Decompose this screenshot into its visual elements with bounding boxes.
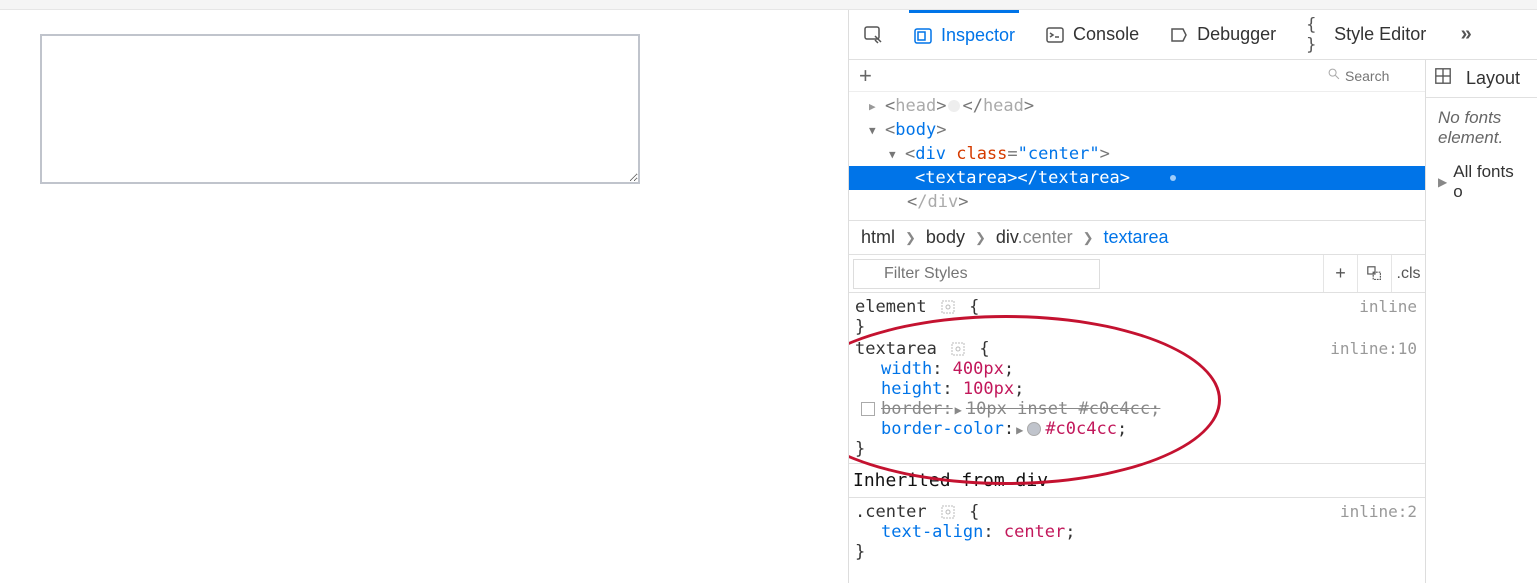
triangle-right-icon: ▶ — [1438, 175, 1447, 189]
expand-arrow-icon[interactable]: ▶ — [1016, 423, 1023, 437]
styles-toolbar: + .cls — [849, 255, 1425, 293]
devtools-left-column: + ▶ <head></head> ▼ — [849, 60, 1426, 583]
search-icon — [1327, 67, 1341, 84]
add-rule-button[interactable]: + — [1323, 255, 1357, 292]
tag-close: /div — [917, 192, 958, 212]
tabs-overflow-button[interactable]: » — [1452, 10, 1480, 59]
rule-toggle-checkbox[interactable] — [861, 402, 875, 416]
selector-target-icon[interactable] — [941, 299, 955, 313]
devtools-panel: Inspector Console Debugger { } Style Edi… — [848, 10, 1537, 583]
console-icon — [1045, 25, 1065, 45]
picker-icon — [863, 25, 883, 45]
breadcrumb-item-current[interactable]: textarea — [1104, 227, 1169, 248]
css-declaration[interactable]: text-align: center; — [855, 522, 1417, 542]
cls-button[interactable]: .cls — [1391, 255, 1425, 292]
tab-console[interactable]: Console — [1041, 10, 1143, 59]
twisty-icon[interactable]: ▶ — [869, 100, 883, 113]
devtools-right-column: Layout No fonts element. ▶ All fonts o — [1426, 60, 1537, 583]
css-rule[interactable]: element { inline } — [855, 297, 1417, 337]
tag-name: textarea — [1038, 168, 1120, 188]
css-declaration-overridden[interactable]: border:▶10px inset #c0c4cc; — [855, 399, 1417, 419]
window-chrome-bar — [0, 0, 1537, 10]
tab-debugger[interactable]: Debugger — [1165, 10, 1280, 59]
style-editor-icon: { } — [1306, 25, 1326, 45]
selector-target-icon[interactable] — [941, 504, 955, 518]
tab-style-editor[interactable]: { } Style Editor — [1302, 10, 1430, 59]
no-fonts-message: No fonts — [1438, 108, 1525, 128]
css-declaration[interactable]: border-color:▶#c0c4cc; — [855, 419, 1417, 439]
inherited-header: Inherited from div — [849, 463, 1425, 498]
tab-debugger-label: Debugger — [1197, 24, 1276, 45]
devtools-body: + ▶ <head></head> ▼ — [849, 60, 1537, 583]
dom-tree[interactable]: ▶ <head></head> ▼ <body> ▼ <div class="c… — [849, 92, 1425, 220]
all-fonts-section[interactable]: ▶ All fonts o — [1438, 162, 1525, 202]
debugger-icon — [1169, 25, 1189, 45]
layout-tab-label[interactable]: Layout — [1466, 68, 1520, 89]
devtools-tabs: Inspector Console Debugger { } Style Edi… — [849, 10, 1537, 60]
source-link[interactable]: inline — [1359, 297, 1417, 316]
chevron-right-icon: ❯ — [1083, 230, 1094, 246]
selector: textarea — [855, 339, 937, 359]
tree-row-textarea-selected[interactable]: <textarea></textarea> — [849, 166, 1425, 190]
markup-toolbar: + — [849, 60, 1425, 92]
add-element-button[interactable]: + — [859, 63, 872, 89]
tag-name: body — [895, 120, 936, 140]
tab-console-label: Console — [1073, 24, 1139, 45]
tag-name: div — [915, 144, 946, 164]
css-rule[interactable]: textarea { inline:10 width: 400px; heigh… — [855, 339, 1417, 459]
source-link[interactable]: inline:2 — [1340, 502, 1417, 521]
filter-styles-input[interactable] — [853, 259, 1100, 289]
breadcrumb-item[interactable]: body — [926, 227, 965, 248]
tree-row-div[interactable]: ▼ <div class="center"> — [849, 142, 1425, 166]
inspector-icon — [913, 26, 933, 46]
expand-arrow-icon[interactable]: ▶ — [955, 403, 962, 417]
css-rule[interactable]: .center { inline:2 text-align: center; } — [855, 502, 1417, 562]
page-textarea[interactable] — [40, 34, 640, 184]
all-fonts-label: All fonts o — [1453, 162, 1525, 202]
element-picker-button[interactable] — [859, 10, 887, 59]
pseudo-classes-button[interactable] — [1357, 255, 1391, 292]
fonts-pane: No fonts element. ▶ All fonts o — [1426, 98, 1537, 212]
chevron-right-icon: ❯ — [905, 230, 916, 246]
source-link[interactable]: inline:10 — [1330, 339, 1417, 358]
tab-style-editor-label: Style Editor — [1334, 24, 1426, 45]
color-swatch[interactable] — [1027, 422, 1041, 436]
chevron-right-icon: ❯ — [975, 230, 986, 246]
html-search-input[interactable] — [1345, 68, 1415, 84]
twisty-icon[interactable]: ▼ — [869, 124, 883, 137]
breadcrumb-item[interactable]: html — [861, 227, 895, 248]
tab-inspector-label: Inspector — [941, 25, 1015, 46]
twisty-icon[interactable]: ▼ — [889, 148, 903, 161]
layout-tab-icon[interactable] — [1434, 67, 1452, 90]
tree-row-body[interactable]: ▼ <body> — [849, 118, 1425, 142]
css-declaration[interactable]: height: 100px; — [855, 379, 1417, 399]
attr-name: class — [956, 144, 1007, 164]
attr-value: center — [1028, 144, 1089, 164]
no-fonts-message: element. — [1438, 128, 1525, 148]
tag-name: textarea — [925, 168, 1007, 188]
tab-inspector[interactable]: Inspector — [909, 10, 1019, 59]
selector: element — [855, 297, 927, 317]
tree-row-div-close: </div> — [849, 190, 1425, 214]
tree-row-head[interactable]: ▶ <head></head> — [849, 94, 1425, 118]
selector: .center — [855, 502, 927, 522]
breadcrumb-item[interactable]: div.center — [996, 227, 1073, 248]
selected-marker-icon — [1170, 175, 1176, 181]
main-layout: Inspector Console Debugger { } Style Edi… — [0, 10, 1537, 583]
css-declaration[interactable]: width: 400px; — [855, 359, 1417, 379]
selector-target-icon[interactable] — [951, 341, 965, 355]
right-pane-tabs: Layout — [1426, 60, 1537, 98]
chevron-double-right-icon: » — [1456, 25, 1476, 45]
breadcrumb: html ❯ body ❯ div.center ❯ textarea — [849, 220, 1425, 255]
rules-pane: element { inline } textarea { i — [849, 293, 1425, 583]
page-content-area — [0, 10, 848, 583]
